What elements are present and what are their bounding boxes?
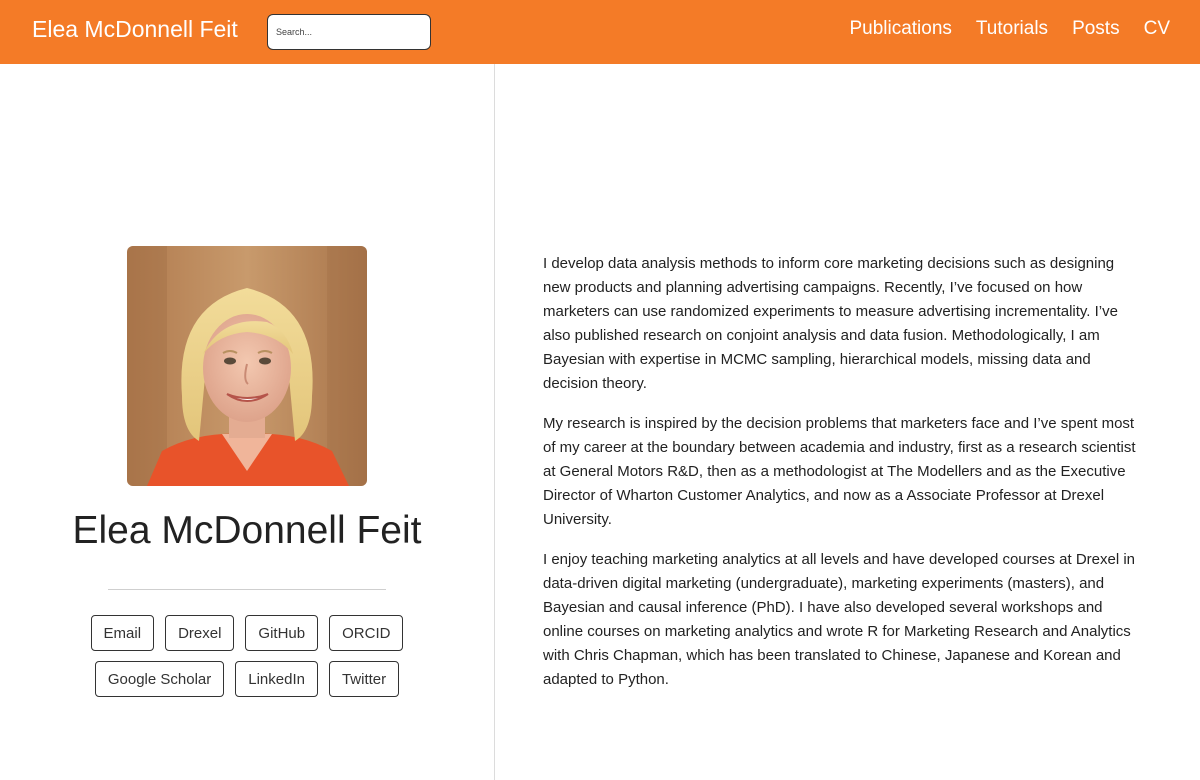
main-nav: Publications Tutorials Posts CV bbox=[849, 18, 1170, 40]
google-scholar-button[interactable]: Google Scholar bbox=[94, 661, 225, 697]
nav-link-cv[interactable]: CV bbox=[1144, 18, 1170, 40]
bio-paragraph-3: I enjoy teaching marketing analytics at … bbox=[543, 551, 1136, 688]
profile-sidebar: Elea McDonnell Feit Email Drexel GitHub … bbox=[0, 64, 495, 780]
twitter-button[interactable]: Twitter bbox=[328, 661, 400, 697]
orcid-button[interactable]: ORCID bbox=[329, 615, 404, 651]
profile-name: Elea McDonnell Feit bbox=[72, 509, 422, 552]
email-button[interactable]: Email bbox=[90, 615, 155, 651]
drexel-button[interactable]: Drexel bbox=[165, 615, 235, 651]
profile-links-row-1: Email Drexel GitHub ORCID bbox=[0, 615, 494, 651]
nav-link-publications[interactable]: Publications bbox=[849, 18, 951, 40]
search-input[interactable] bbox=[267, 14, 431, 50]
profile-photo bbox=[127, 246, 367, 486]
nav-link-tutorials[interactable]: Tutorials bbox=[976, 18, 1048, 40]
site-brand-link[interactable]: Elea McDonnell Feit bbox=[32, 16, 238, 43]
bio-paragraph-2: My research is inspired by the decision … bbox=[543, 415, 1136, 528]
profile-links-row-2: Google Scholar LinkedIn Twitter bbox=[0, 661, 494, 697]
bio-paragraph-1: I develop data analysis methods to infor… bbox=[543, 255, 1118, 392]
nav-link-posts[interactable]: Posts bbox=[1072, 18, 1120, 40]
profile-divider bbox=[108, 589, 386, 590]
github-button[interactable]: GitHub bbox=[245, 615, 319, 651]
linkedin-button[interactable]: LinkedIn bbox=[235, 661, 318, 697]
top-navbar: Elea McDonnell Feit Publications Tutoria… bbox=[0, 0, 1200, 64]
bio-section: I develop data analysis methods to infor… bbox=[543, 252, 1140, 708]
